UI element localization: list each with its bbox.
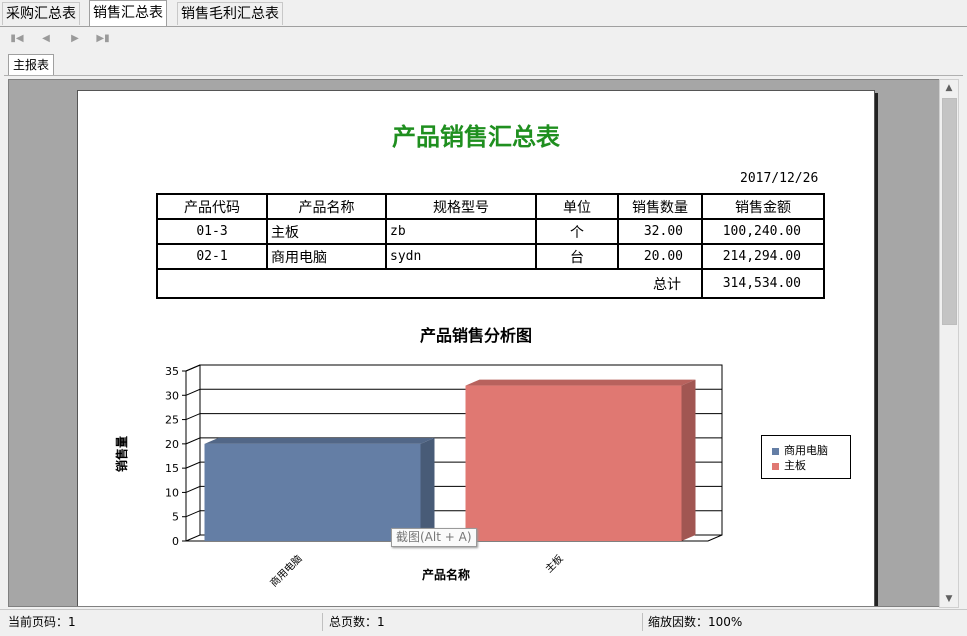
y-tick-label: 0	[172, 535, 179, 548]
y-tick-label: 10	[165, 486, 179, 499]
cell-amount: 100,240.00	[701, 218, 825, 245]
legend-label: 主板	[784, 459, 806, 472]
cell-product-code: 02-1	[156, 243, 268, 270]
current-page-status: 当前页码：1	[8, 615, 76, 629]
page-nav-toolbar: ▮◀ ◀ ▶ ▶▮	[4, 28, 963, 50]
bar-side	[420, 437, 435, 541]
cell-spec: zb	[385, 218, 537, 245]
cell-spec: sydn	[385, 243, 537, 270]
y-tick-label: 35	[165, 365, 179, 378]
x-axis-label: 产品名称	[422, 567, 470, 582]
scroll-up-icon[interactable]: ▲	[940, 80, 958, 96]
status-bar: 当前页码：1 总页数：1 缩放因数：100%	[0, 609, 967, 636]
column-header: 单位	[535, 193, 619, 220]
y-tick-label: 5	[172, 511, 179, 524]
vertical-scrollbar[interactable]: ▲ ▼	[939, 79, 959, 608]
bar-side	[681, 379, 696, 541]
bar-top	[204, 437, 435, 444]
table-total-row: 总计 314,534.00	[156, 268, 825, 299]
subreport-tab-bar: 主报表	[4, 51, 963, 76]
sales-table: 产品代码 产品名称 规格型号 单位 销售数量 销售金额 01-3 主板 zb 个…	[156, 193, 825, 299]
cell-unit: 台	[535, 243, 619, 270]
scroll-down-icon[interactable]: ▼	[940, 591, 958, 607]
x-tick-label: 商用电脑	[267, 552, 304, 589]
legend-swatch	[772, 462, 779, 470]
last-page-icon[interactable]: ▶▮	[96, 32, 110, 46]
y-tick-label: 30	[165, 389, 179, 402]
legend-item: 主板	[772, 459, 850, 472]
tab-purchase-summary[interactable]: 采购汇总表	[2, 2, 80, 25]
zoom-status: 缩放因数：100%	[648, 615, 743, 629]
table-row: 02-1 商用电脑 sydn 台 20.00 214,294.00	[156, 243, 825, 270]
tab-sales-margin-summary[interactable]: 销售毛利汇总表	[177, 2, 283, 25]
first-page-icon[interactable]: ▮◀	[10, 32, 24, 46]
bar	[465, 385, 682, 541]
total-pages-status: 总页数：1	[329, 615, 385, 629]
total-label: 总计	[156, 268, 703, 299]
cell-quantity: 20.00	[617, 243, 703, 270]
legend-item: 商用电脑	[772, 444, 850, 457]
column-header: 规格型号	[385, 193, 537, 220]
report-tab-bar: 采购汇总表 销售汇总表 销售毛利汇总表	[0, 0, 967, 27]
sales-bar-chart: 0 5 10 15 20 25 30 35 商用电脑 主板 销售量 产品名称	[114, 364, 723, 589]
y-axis-label: 销售量	[114, 436, 129, 472]
scrollbar-thumb[interactable]	[942, 98, 957, 325]
y-tick-label: 20	[165, 438, 179, 451]
column-header: 销售金额	[701, 193, 825, 220]
cell-unit: 个	[535, 218, 619, 245]
chart-legend: 商用电脑 主板	[761, 435, 851, 479]
tab-main-report[interactable]: 主报表	[8, 54, 55, 75]
column-header: 产品代码	[156, 193, 268, 220]
cell-amount: 214,294.00	[701, 243, 825, 270]
bar	[204, 443, 421, 541]
previous-page-icon[interactable]: ◀	[39, 32, 53, 46]
column-header: 产品名称	[266, 193, 387, 220]
column-header: 销售数量	[617, 193, 703, 220]
tab-sales-summary[interactable]: 销售汇总表	[89, 0, 167, 26]
status-divider	[642, 613, 643, 631]
cell-product-name: 主板	[266, 218, 387, 245]
status-divider	[322, 613, 323, 631]
table-header-row: 产品代码 产品名称 规格型号 单位 销售数量 销售金额	[156, 193, 825, 220]
screenshot-tooltip: 截图(Alt + A)	[391, 528, 477, 547]
next-page-icon[interactable]: ▶	[68, 32, 82, 46]
total-value: 314,534.00	[701, 268, 825, 299]
report-title: 产品销售汇总表	[392, 122, 560, 151]
legend-swatch	[772, 447, 779, 455]
y-tick-label: 25	[165, 414, 179, 427]
cell-product-code: 01-3	[156, 218, 268, 245]
table-row: 01-3 主板 zb 个 32.00 100,240.00	[156, 218, 825, 245]
cell-quantity: 32.00	[617, 218, 703, 245]
report-date: 2017/12/26	[740, 171, 819, 186]
x-tick-label: 主板	[542, 552, 565, 575]
y-tick-label: 15	[165, 462, 179, 475]
cell-product-name: 商用电脑	[266, 243, 387, 270]
chart-title: 产品销售分析图	[419, 326, 532, 345]
legend-label: 商用电脑	[784, 444, 828, 457]
bar-top	[465, 379, 696, 386]
